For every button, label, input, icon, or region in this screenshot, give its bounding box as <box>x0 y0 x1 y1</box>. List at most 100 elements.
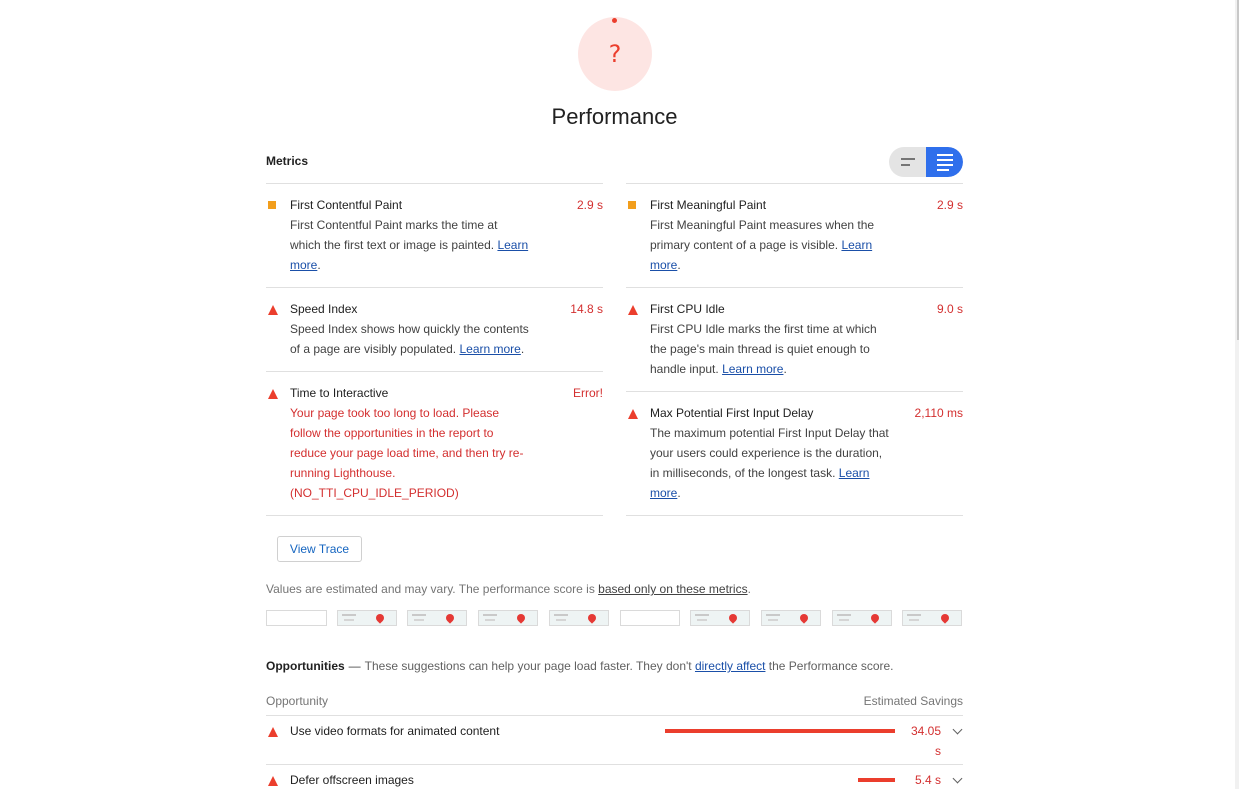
opportunities-description: These suggestions can help your page loa… <box>364 659 695 673</box>
scrollbar-track[interactable] <box>1235 0 1239 789</box>
metric-first-cpu-idle: First CPU Idle 9.0 s First CPU Idle mark… <box>626 287 963 391</box>
filmstrip-frame <box>266 610 327 626</box>
savings-bar <box>858 778 895 782</box>
opportunity-defer-offscreen-images[interactable]: Defer offscreen images 5.4 s <box>266 764 963 789</box>
chevron-down-icon[interactable] <box>952 724 963 735</box>
category-title: Performance <box>551 104 678 129</box>
metric-error-message: Your page took too long to load. Please … <box>290 406 524 500</box>
metric-speed-index: Speed Index 14.8 s Speed Index shows how… <box>266 287 603 371</box>
filmstrip-frame <box>478 610 539 626</box>
metric-value: 2,110 ms <box>914 406 963 420</box>
map-pin-icon <box>374 612 386 624</box>
score-calculation-link[interactable]: based only on these metrics <box>598 582 747 596</box>
average-square-icon <box>268 201 276 209</box>
opportunities-description-end: the Performance score. <box>765 659 894 673</box>
metric-description: Speed Index shows how quickly the conten… <box>290 319 530 359</box>
metric-first-meaningful-paint: First Meaningful Paint 2.9 s First Meani… <box>626 183 963 287</box>
fail-triangle-icon <box>268 727 278 737</box>
metric-value: 14.8 s <box>570 302 603 316</box>
view-trace-button[interactable]: View Trace <box>277 536 362 562</box>
punctuation: . <box>317 258 321 272</box>
filmstrip-frame <box>831 610 892 626</box>
metric-first-contentful-paint: First Contentful Paint 2.9 s First Conte… <box>266 183 603 287</box>
fail-triangle-icon <box>268 389 278 399</box>
metric-value: Error! <box>573 386 603 400</box>
map-pin-icon <box>727 612 739 624</box>
metric-name: Time to Interactive <box>290 386 389 400</box>
map-pin-icon <box>868 612 881 624</box>
savings-value-number: 34.05 <box>910 724 941 738</box>
learn-more-link[interactable]: Learn more <box>722 362 783 376</box>
metric-description: The maximum potential First Input Delay … <box>650 423 890 503</box>
opportunity-video-formats[interactable]: Use video formats for animated content 3… <box>266 715 963 764</box>
opportunity-name: Use video formats for animated content <box>290 724 500 738</box>
fail-triangle-icon <box>628 305 638 315</box>
directly-affect-link[interactable]: directly affect <box>695 659 765 673</box>
metric-value: 2.9 s <box>936 198 963 212</box>
lines-icon <box>936 153 953 156</box>
metric-time-to-interactive: Time to Interactive Error! Your page too… <box>266 371 603 516</box>
values-note-text: Values are estimated and may vary. The p… <box>266 582 599 596</box>
savings-value: 5.4 s <box>914 773 941 787</box>
metrics-header: Metrics <box>266 154 309 168</box>
metrics-column-right: First Meaningful Paint 2.9 s First Meani… <box>626 183 963 516</box>
metric-description: First CPU Idle marks the first time at w… <box>650 319 890 379</box>
metric-name: First CPU Idle <box>650 302 725 316</box>
map-pin-icon <box>586 612 598 624</box>
filmstrip-frame <box>619 610 680 626</box>
opportunities-header: Opportunities — These suggestions can help… <box>266 659 894 673</box>
performance-gauge: ? <box>578 17 652 91</box>
map-pin-icon <box>939 612 951 624</box>
filmstrip-frame <box>760 610 821 626</box>
punctuation: . <box>747 582 751 596</box>
filmstrip-frame <box>336 610 397 626</box>
filmstrip-frame <box>690 610 751 626</box>
metric-description: First Contentful Paint marks the time at… <box>290 215 530 275</box>
savings-value-unit: s <box>935 744 941 758</box>
map-pin-icon <box>444 612 457 624</box>
column-estimated-savings: Estimated Savings <box>863 694 963 708</box>
metric-value: 2.9 s <box>576 198 603 212</box>
filmstrip <box>266 610 963 626</box>
opportunities-column-headers: Opportunity Estimated Savings <box>266 694 963 708</box>
metric-max-potential-fid: Max Potential First Input Delay 2,110 ms… <box>626 391 963 516</box>
learn-more-link[interactable]: Learn more <box>459 342 520 356</box>
lines-icon <box>900 164 910 166</box>
metrics-view-toggle[interactable] <box>889 147 963 177</box>
metric-name: Speed Index <box>290 302 358 316</box>
column-opportunity: Opportunity <box>266 694 329 708</box>
metric-name: First Meaningful Paint <box>650 198 767 212</box>
lines-icon <box>900 158 915 160</box>
chevron-down-icon[interactable] <box>952 773 963 784</box>
punctuation: . <box>520 342 525 356</box>
average-square-icon <box>628 201 636 209</box>
savings-value: 34.05 s <box>911 721 941 761</box>
opportunities-title: Opportunities <box>266 659 345 673</box>
filmstrip-frame <box>902 610 963 626</box>
fail-triangle-icon <box>628 409 638 419</box>
punctuation: . <box>677 258 681 272</box>
metric-description-text: First Contentful Paint marks the time at… <box>290 218 498 252</box>
compact-view-toggle[interactable] <box>889 147 926 177</box>
separator-dash: — <box>348 659 361 673</box>
lines-icon <box>936 168 949 171</box>
metric-description: First Meaningful Paint measures when the… <box>650 215 890 275</box>
expanded-view-toggle[interactable] <box>926 147 963 177</box>
map-pin-icon <box>798 612 810 624</box>
filmstrip-frame <box>548 610 609 626</box>
metric-value: 9.0 s <box>936 302 963 316</box>
metric-name: First Contentful Paint <box>290 198 403 212</box>
map-pin-icon <box>515 612 527 624</box>
gauge-score: ? <box>578 17 652 91</box>
fail-triangle-icon <box>268 776 278 786</box>
values-note: Values are estimated and may vary. The p… <box>266 582 751 596</box>
metrics-column-left: First Contentful Paint 2.9 s First Conte… <box>266 183 603 516</box>
filmstrip-frame <box>407 610 468 626</box>
gauge-arc-dot <box>612 18 617 23</box>
punctuation: . <box>677 486 681 500</box>
opportunity-name: Defer offscreen images <box>290 773 414 787</box>
savings-bar <box>665 729 895 733</box>
lines-icon <box>936 163 953 166</box>
punctuation: . <box>783 362 787 376</box>
lines-icon <box>936 158 953 161</box>
